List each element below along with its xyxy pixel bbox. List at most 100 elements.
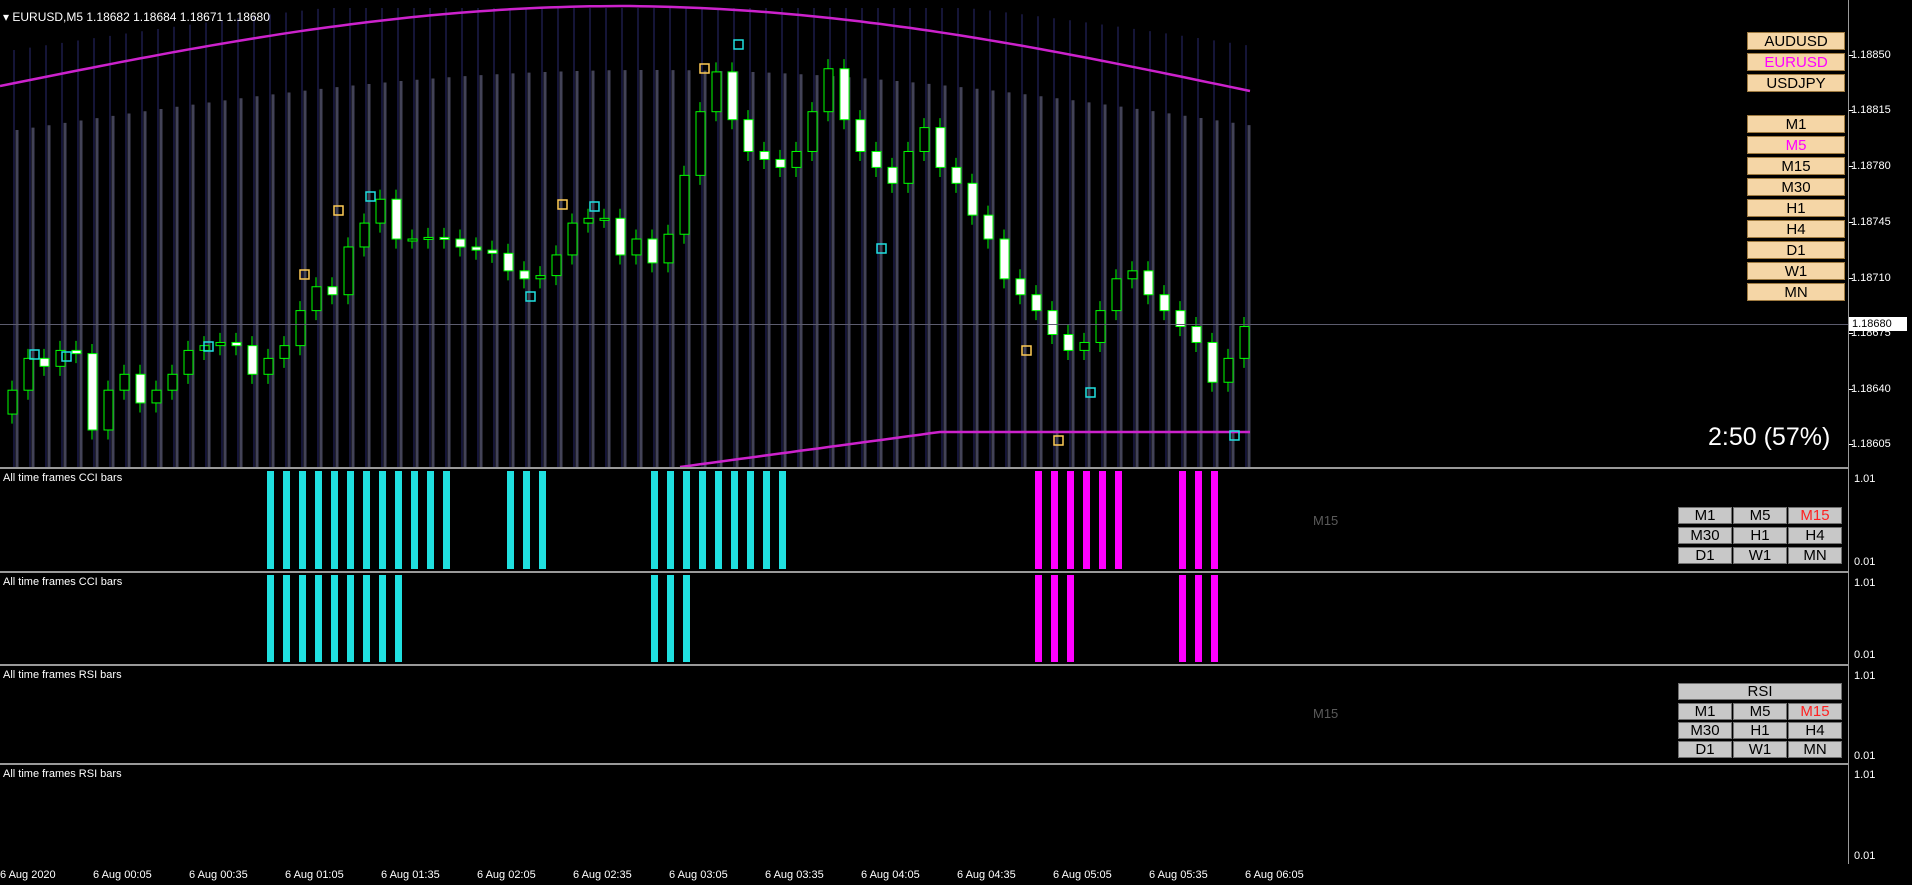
cci-button-d1[interactable]: D1 <box>1678 547 1732 564</box>
rsi-button-m30[interactable]: M30 <box>1678 722 1732 739</box>
pane-min-value: 0.01 <box>1854 649 1876 661</box>
cci-bars-1 <box>267 471 1218 569</box>
candle-body <box>951 166 962 184</box>
rsi-pane-1[interactable]: All time frames RSI bars M15 <box>0 666 1848 763</box>
candle-body <box>759 150 770 160</box>
candle-body <box>23 357 34 391</box>
rsi-header-button[interactable]: RSI <box>1678 683 1842 700</box>
cci-bar <box>699 471 706 569</box>
collapse-arrow-icon[interactable]: ▾ <box>3 10 9 24</box>
cci-button-m1[interactable]: M1 <box>1678 507 1732 524</box>
cci-bar <box>395 471 402 569</box>
cci-bar <box>667 575 674 662</box>
cci-bar <box>1067 471 1074 569</box>
cci-button-mn[interactable]: MN <box>1788 547 1842 564</box>
candle-body <box>391 198 402 240</box>
candle-body <box>1095 310 1106 343</box>
cci-bar <box>1195 471 1202 569</box>
time-tick: 6 Aug 05:05 <box>1053 869 1112 881</box>
timeframe-button-m30[interactable]: M30 <box>1747 178 1845 196</box>
cci-bar <box>347 575 354 662</box>
time-axis[interactable]: 6 Aug 2020 6 Aug 00:05 6 Aug 00:35 6 Aug… <box>0 864 1912 885</box>
candle-body <box>551 254 562 277</box>
cci-button-w1[interactable]: W1 <box>1733 547 1787 564</box>
cci-bar <box>443 471 450 569</box>
timeframe-button-h4[interactable]: H4 <box>1747 220 1845 238</box>
cci-bar <box>683 575 690 662</box>
cci-bar <box>1211 575 1218 662</box>
cci-bar <box>1051 471 1058 569</box>
timeframe-button-mn[interactable]: MN <box>1747 283 1845 301</box>
candle-body <box>55 349 66 367</box>
candle-body <box>167 373 178 391</box>
cci-bar <box>363 575 370 662</box>
cci-button-m30[interactable]: M30 <box>1678 527 1732 544</box>
symbol-button-audusd[interactable]: AUDUSD <box>1747 32 1845 50</box>
current-price-label: 1.18680 <box>1849 317 1907 331</box>
timeframe-button-m15[interactable]: M15 <box>1747 157 1845 175</box>
timeframe-button-m1[interactable]: M1 <box>1747 115 1845 133</box>
rsi-button-m5[interactable]: M5 <box>1733 703 1787 720</box>
price-axis[interactable]: 1.18850 1.18815 1.18780 1.18745 1.18710 … <box>1849 0 1912 864</box>
rsi-button-w1[interactable]: W1 <box>1733 741 1787 758</box>
cci-bar <box>331 575 338 662</box>
current-price-line <box>0 324 1848 325</box>
cci-bar <box>299 471 306 569</box>
timeframe-button-m5[interactable]: M5 <box>1747 136 1845 154</box>
cci-bar <box>1179 471 1186 569</box>
timeframe-button-w1[interactable]: W1 <box>1747 262 1845 280</box>
rsi-button-m15[interactable]: M15 <box>1788 703 1842 720</box>
candle-body <box>535 275 546 280</box>
candle-body <box>407 238 418 242</box>
cci-button-m15[interactable]: M15 <box>1788 507 1842 524</box>
cci-pane-1[interactable]: All time frames CCI bars M15 <box>0 469 1848 571</box>
rsi-pane-2[interactable]: All time frames RSI bars <box>0 765 1848 864</box>
signal-marker <box>733 39 744 50</box>
rsi-button-h4[interactable]: H4 <box>1788 722 1842 739</box>
time-tick: 6 Aug 03:05 <box>669 869 728 881</box>
candle-body <box>263 357 274 375</box>
candle-body <box>327 286 338 296</box>
candle-body <box>663 233 674 264</box>
cci-button-m5[interactable]: M5 <box>1733 507 1787 524</box>
candle-body <box>279 345 290 359</box>
cci-bar <box>731 471 738 569</box>
candle-body <box>647 238 658 264</box>
rsi-button-mn[interactable]: MN <box>1788 741 1842 758</box>
ghost-timeframe-label: M15 <box>1313 513 1339 528</box>
symbol-button-eurusd[interactable]: EURUSD <box>1747 53 1845 71</box>
cci-bar <box>763 471 770 569</box>
pane-label: All time frames CCI bars <box>3 576 123 588</box>
ghost-timeframe-label: M15 <box>1313 706 1339 721</box>
cci-bar <box>1051 575 1058 662</box>
cci-button-h4[interactable]: H4 <box>1788 527 1842 544</box>
cci-bar <box>1035 471 1042 569</box>
cci-bar <box>715 471 722 569</box>
main-chart-pane[interactable]: ▾ EURUSD,M5 1.18682 1.18684 1.18671 1.18… <box>0 0 1848 467</box>
rsi-button-h1[interactable]: H1 <box>1733 722 1787 739</box>
candle-body <box>807 111 818 152</box>
candle-body <box>151 389 162 404</box>
candle-body <box>1159 294 1170 312</box>
pane-max-value: 1.01 <box>1854 769 1876 781</box>
cci-pane-2[interactable]: All time frames CCI bars <box>0 573 1848 664</box>
timeframe-button-d1[interactable]: D1 <box>1747 241 1845 259</box>
price-tick: 1.18710 <box>1849 272 1891 284</box>
rsi-button-d1[interactable]: D1 <box>1678 741 1732 758</box>
pane-max-value: 1.01 <box>1854 670 1876 682</box>
timeframe-button-h1[interactable]: H1 <box>1747 199 1845 217</box>
candle-body <box>823 68 834 113</box>
cci-bar <box>523 471 530 569</box>
time-tick: 6 Aug 06:05 <box>1245 869 1304 881</box>
cci-button-h1[interactable]: H1 <box>1733 527 1787 544</box>
candle-body <box>1111 278 1122 312</box>
symbol-button-usdjpy[interactable]: USDJPY <box>1747 74 1845 92</box>
rsi-button-m1[interactable]: M1 <box>1678 703 1732 720</box>
cci-bar <box>1083 471 1090 569</box>
pane-max-value: 1.01 <box>1854 473 1876 485</box>
candle-body <box>1079 341 1090 351</box>
candle-body <box>839 68 850 121</box>
price-tick: 1.18640 <box>1849 383 1891 395</box>
cci-bar <box>363 471 370 569</box>
candle-body <box>775 158 786 168</box>
